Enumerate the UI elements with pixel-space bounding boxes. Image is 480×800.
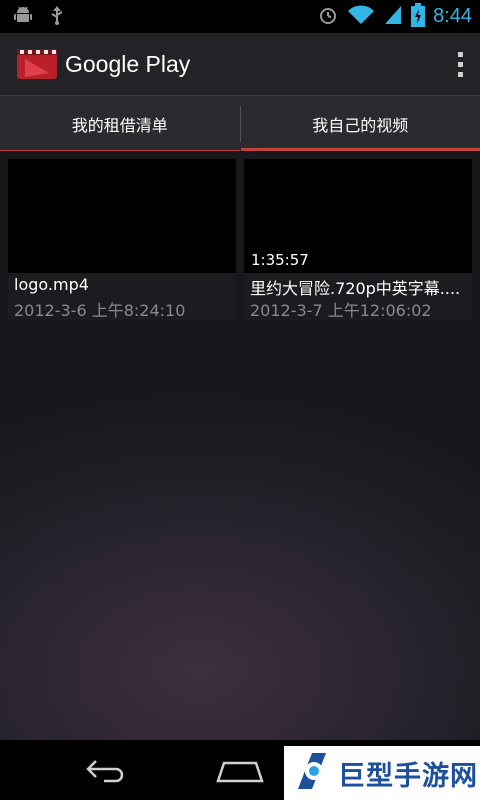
video-date: 2012-3-7 上午12:06:02 — [250, 301, 432, 320]
home-icon[interactable] — [212, 752, 268, 788]
tab-my-rentals[interactable]: 我的租借清单 — [0, 96, 240, 152]
wifi-icon — [347, 4, 375, 30]
app-title: Google Play — [65, 50, 191, 77]
video-grid: logo.mp4 2012-3-6 上午8:24:10 1:35:57 里约大冒… — [0, 151, 480, 740]
tab-bar: 我的租借清单 我自己的视频 — [0, 95, 480, 152]
video-thumbnail[interactable] — [8, 159, 236, 273]
video-title: logo.mp4 — [14, 275, 89, 294]
watermark: 巨型手游网 — [284, 746, 480, 800]
video-title: 里约大冒险.720p中英字幕.... — [250, 279, 461, 298]
battery-charging-icon — [411, 2, 426, 31]
signal-icon — [383, 4, 403, 30]
tab-label: 我自己的视频 — [312, 116, 409, 135]
video-card[interactable]: logo.mp4 2012-3-6 上午8:24:10 — [8, 159, 236, 321]
status-time: 8:44 — [433, 5, 472, 27]
back-icon[interactable] — [80, 752, 132, 788]
android-debug-icon — [12, 4, 34, 30]
video-card[interactable]: 1:35:57 里约大冒险.720p中英字幕.... 2012-3-7 上午12… — [244, 159, 472, 321]
watermark-text: 巨型手游网 — [338, 760, 478, 792]
tab-label: 我的租借清单 — [71, 116, 168, 135]
overflow-menu-icon[interactable] — [440, 33, 480, 95]
usb-icon — [48, 4, 66, 30]
video-duration: 1:35:57 — [251, 251, 309, 269]
watermark-logo — [292, 749, 332, 797]
video-date: 2012-3-6 上午8:24:10 — [14, 301, 186, 320]
alarm-icon — [317, 4, 339, 30]
google-play-movies-icon[interactable] — [17, 47, 57, 81]
tab-my-videos[interactable]: 我自己的视频 — [240, 96, 480, 152]
status-bar: 8:44 — [0, 0, 480, 33]
action-bar: Google Play — [0, 33, 480, 95]
